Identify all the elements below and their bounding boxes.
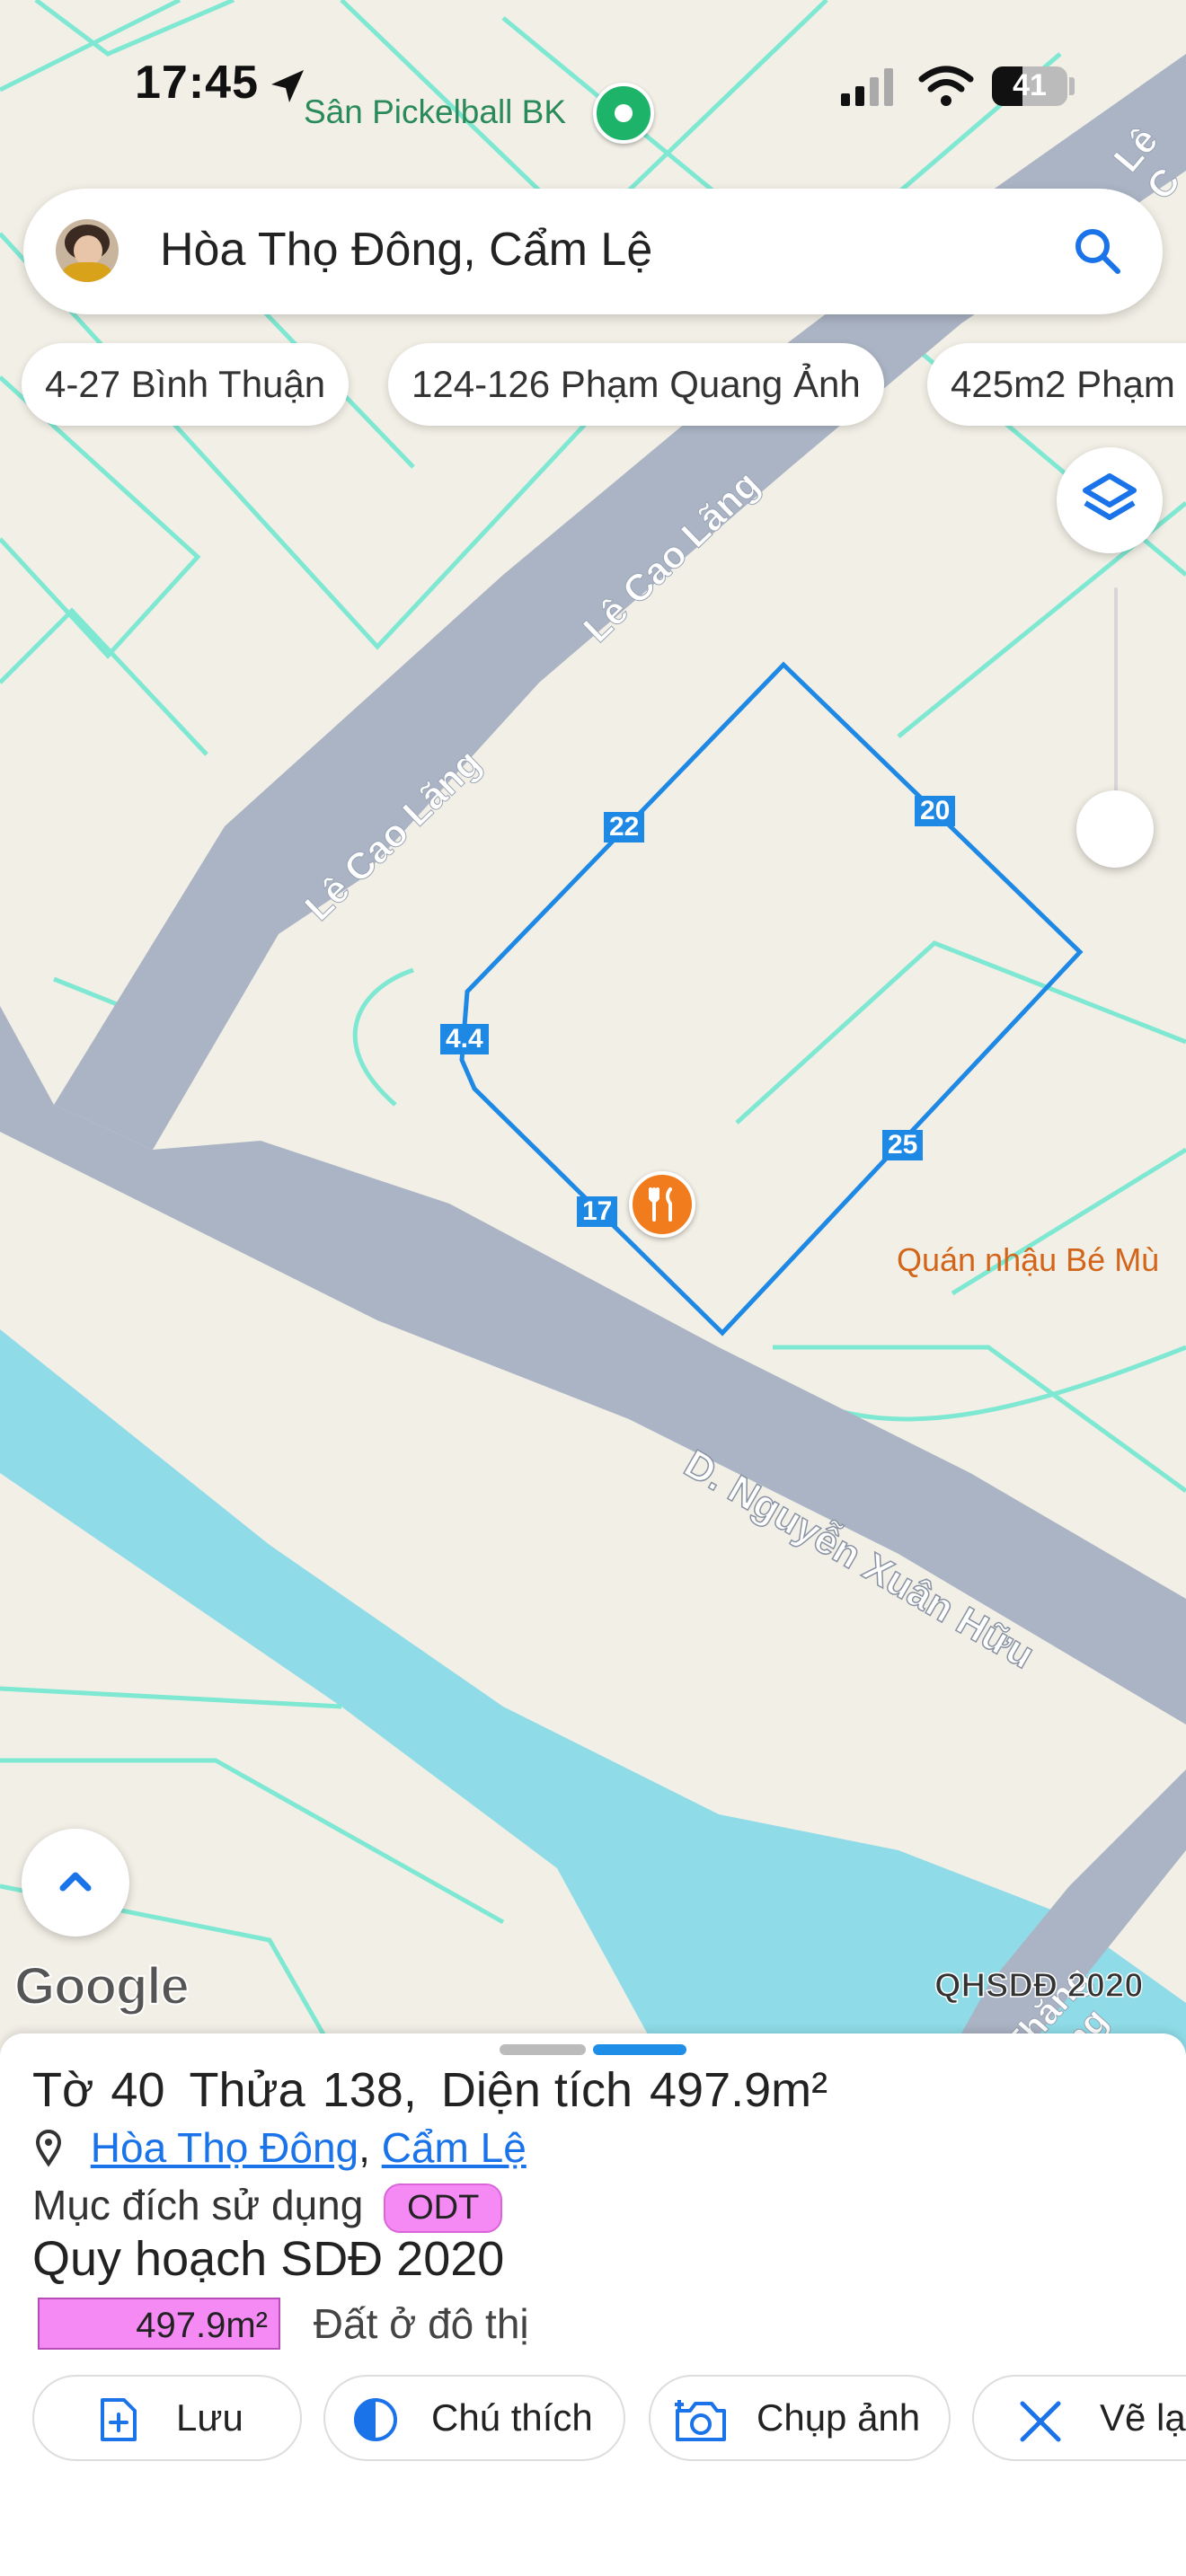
purpose-label: Mục đích sử dụng [32, 2182, 364, 2228]
plan-area-swatch: 497.9m² [38, 2297, 280, 2350]
address-row: Hòa Thọ Đông, Cẩm Lệ [32, 2123, 527, 2172]
parcel-title: Tờ 40 Thửa 138, Diện tích 497.9m² [32, 2063, 828, 2117]
search-input[interactable]: Hòa Thọ Đông, Cẩm Lệ [160, 223, 652, 277]
status-time: 17:45 [135, 57, 259, 109]
edge-label-20: 20 [915, 796, 956, 826]
wifi-icon [918, 66, 974, 106]
pin-label[interactable]: Sân Pickelball BK [304, 93, 566, 131]
legend-label: Chú thích [431, 2396, 593, 2439]
sheet-label-area: Diện tích [440, 2063, 633, 2117]
sheet-value-area: 497.9m² [650, 2063, 828, 2117]
avatar[interactable] [56, 219, 119, 282]
edge-label-4-4: 4.4 [440, 1024, 489, 1054]
draw-button[interactable]: Vẽ lạ [972, 2375, 1186, 2461]
restaurant-pin[interactable] [629, 1171, 695, 1238]
ward-link[interactable]: Hòa Thọ Đông [91, 2124, 358, 2171]
sheet-handle[interactable] [500, 2044, 586, 2055]
chip-binh-thuan[interactable]: 4-27 Bình Thuận [22, 343, 350, 426]
search-bar[interactable]: Hòa Thọ Đông, Cẩm Lệ [23, 189, 1163, 314]
purpose-badge: ODT [384, 2183, 503, 2234]
add-camera-icon [675, 2400, 726, 2441]
ruler-pencil-icon [1020, 2401, 1061, 2442]
save-label: Lưu [176, 2396, 243, 2439]
plan-type: Đất ở đô thị [313, 2299, 529, 2347]
search-icon[interactable] [1069, 223, 1127, 280]
plan-title: Quy hoạch SDĐ 2020 [32, 2232, 505, 2286]
battery-level: 41 [1013, 68, 1047, 102]
contrast-icon [354, 2398, 397, 2441]
location-arrow-icon [271, 70, 304, 102]
draw-label: Vẽ lạ [1100, 2396, 1186, 2439]
layers-button[interactable] [1057, 447, 1163, 553]
location-pin-icon [35, 2130, 62, 2167]
photo-label: Chụp ảnh [757, 2396, 921, 2439]
edge-label-25: 25 [882, 1130, 924, 1160]
battery-tip [1069, 77, 1075, 95]
layers-icon [1083, 473, 1137, 520]
sheet-value-thua: 138 [322, 2063, 403, 2117]
chip-pham-quang-anh[interactable]: 124-126 Phạm Quang Ảnh [388, 343, 884, 426]
save-button[interactable]: Lưu [32, 2375, 302, 2461]
purpose-row: Mục đích sử dụng ODT [32, 2181, 503, 2234]
layer-name-label: QHSDĐ 2020 [934, 1966, 1144, 2006]
edge-label-22: 22 [604, 812, 645, 842]
sheet-handle-active[interactable] [593, 2044, 686, 2055]
chip-425m2[interactable]: 425m2 Phạm [927, 343, 1186, 426]
green-pin-icon[interactable] [593, 83, 654, 144]
plan-row: 497.9m² Đất ở đô thị [38, 2296, 529, 2350]
zoom-slider-handle[interactable] [1076, 790, 1154, 868]
sheet-label-thua: Thửa [189, 2063, 305, 2117]
sheet-label-to: Tờ [32, 2063, 94, 2117]
expand-up-button[interactable] [22, 1829, 129, 1936]
sheet-value-to: 40 [111, 2063, 165, 2117]
edge-label-17: 17 [577, 1196, 618, 1227]
add-bookmark-icon [101, 2398, 137, 2441]
signal-icon [841, 68, 893, 106]
district-link[interactable]: Cẩm Lệ [382, 2124, 527, 2171]
poi-label[interactable]: Quán nhậu Bé Mù [897, 1241, 1159, 1279]
google-logo: Google [13, 1956, 190, 2016]
battery-icon: 41 [992, 66, 1067, 106]
photo-button[interactable]: Chụp ảnh [649, 2375, 951, 2461]
chevron-up-icon [59, 1872, 92, 1892]
legend-button[interactable]: Chú thích [323, 2375, 625, 2461]
fork-knife-icon [649, 1187, 672, 1222]
